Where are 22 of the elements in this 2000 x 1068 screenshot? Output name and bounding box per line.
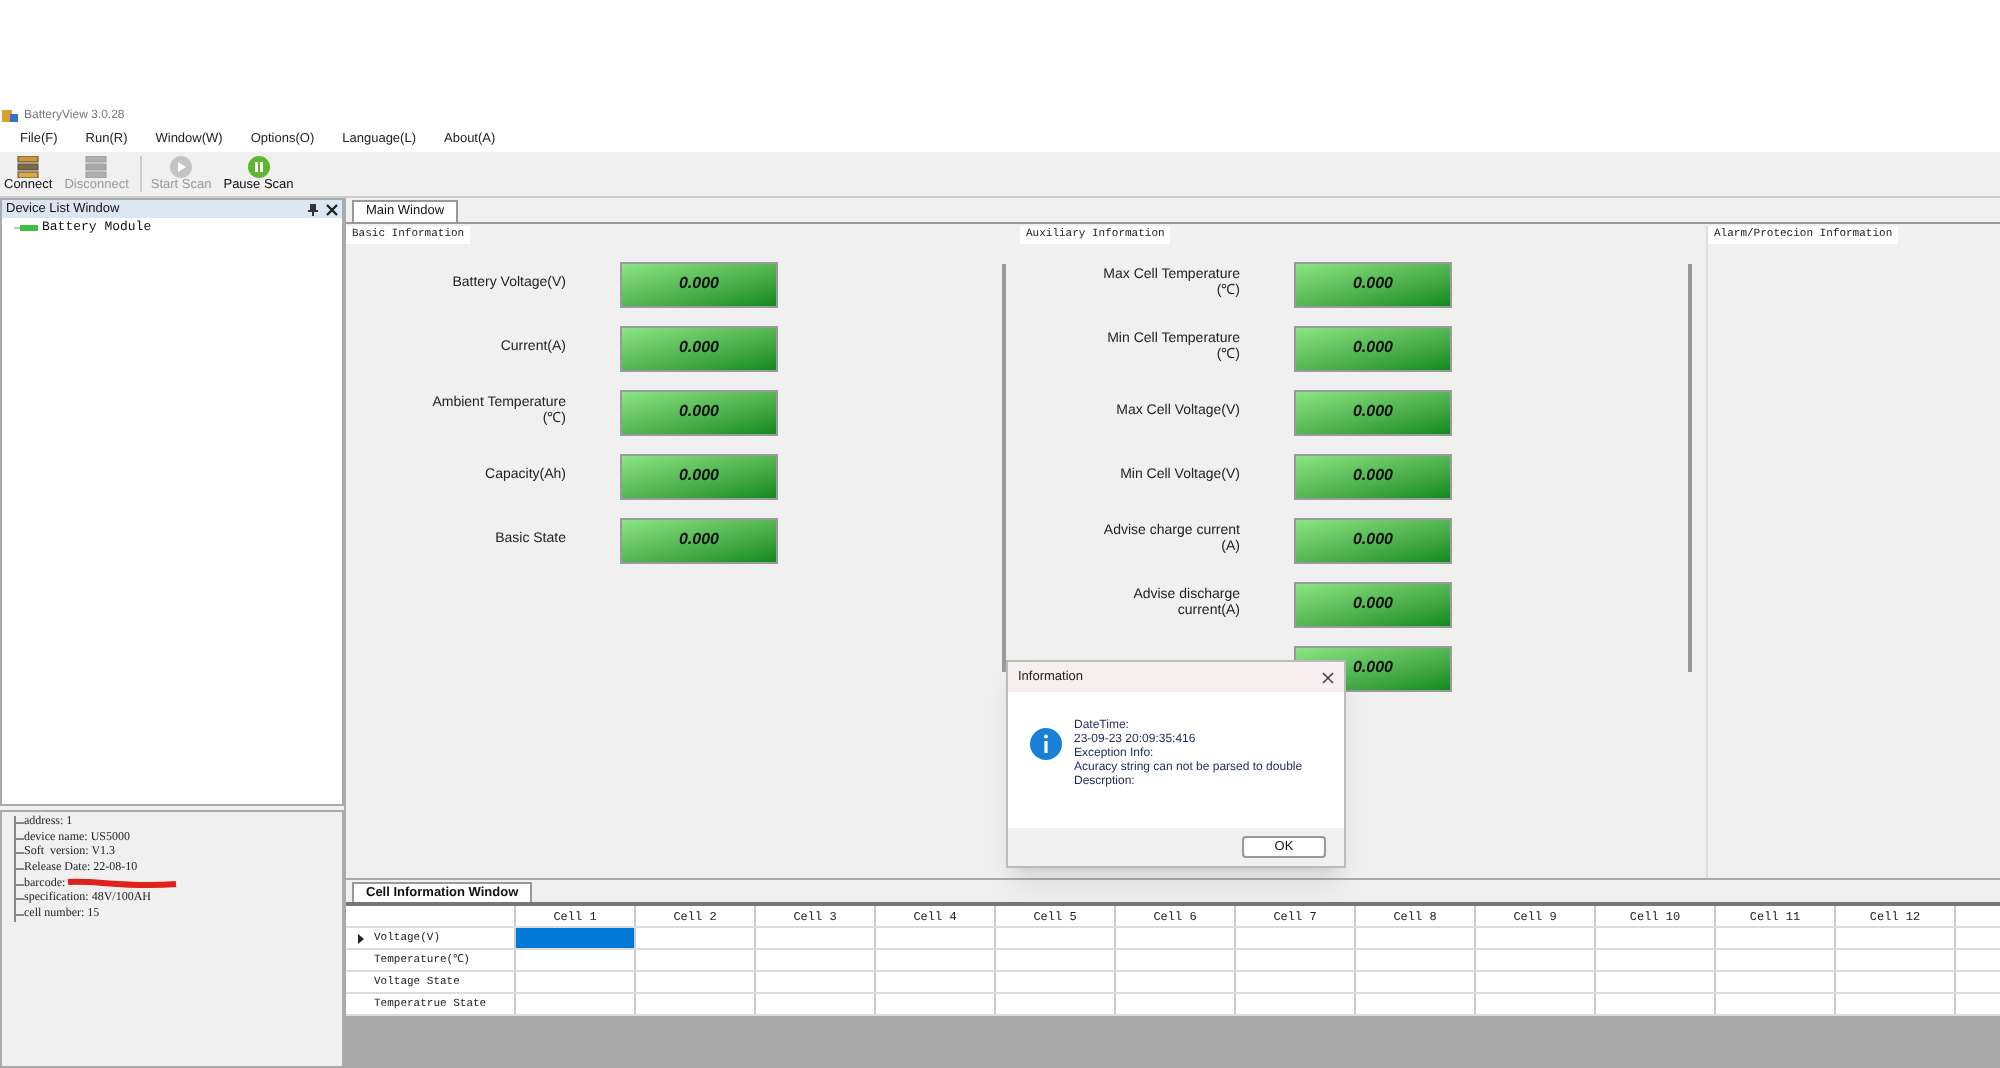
value-display: 0.000 (620, 517, 778, 563)
value-display: 0.000 (1294, 325, 1452, 371)
close-icon[interactable] (326, 203, 338, 215)
value-display: 0.000 (620, 261, 778, 307)
value-display: 0.000 (1294, 517, 1452, 563)
info-icon (1030, 728, 1062, 760)
server-icon (84, 155, 109, 177)
server-icon (16, 155, 41, 177)
close-icon[interactable] (1322, 671, 1334, 683)
app-icon (2, 108, 18, 124)
table-cell[interactable] (516, 928, 636, 948)
value-display: 0.000 (620, 453, 778, 499)
play-icon (170, 155, 193, 177)
value-display: 0.000 (1294, 389, 1452, 435)
value-display: 0.000 (1294, 453, 1452, 499)
value-display: 0.000 (1294, 261, 1452, 307)
value-display: 0.000 (620, 325, 778, 371)
value-display: 0.000 (1294, 581, 1452, 627)
pin-icon[interactable] (308, 203, 318, 215)
value-display: 0.000 (620, 389, 778, 435)
battery-icon (14, 223, 38, 231)
pause-icon (247, 155, 270, 177)
